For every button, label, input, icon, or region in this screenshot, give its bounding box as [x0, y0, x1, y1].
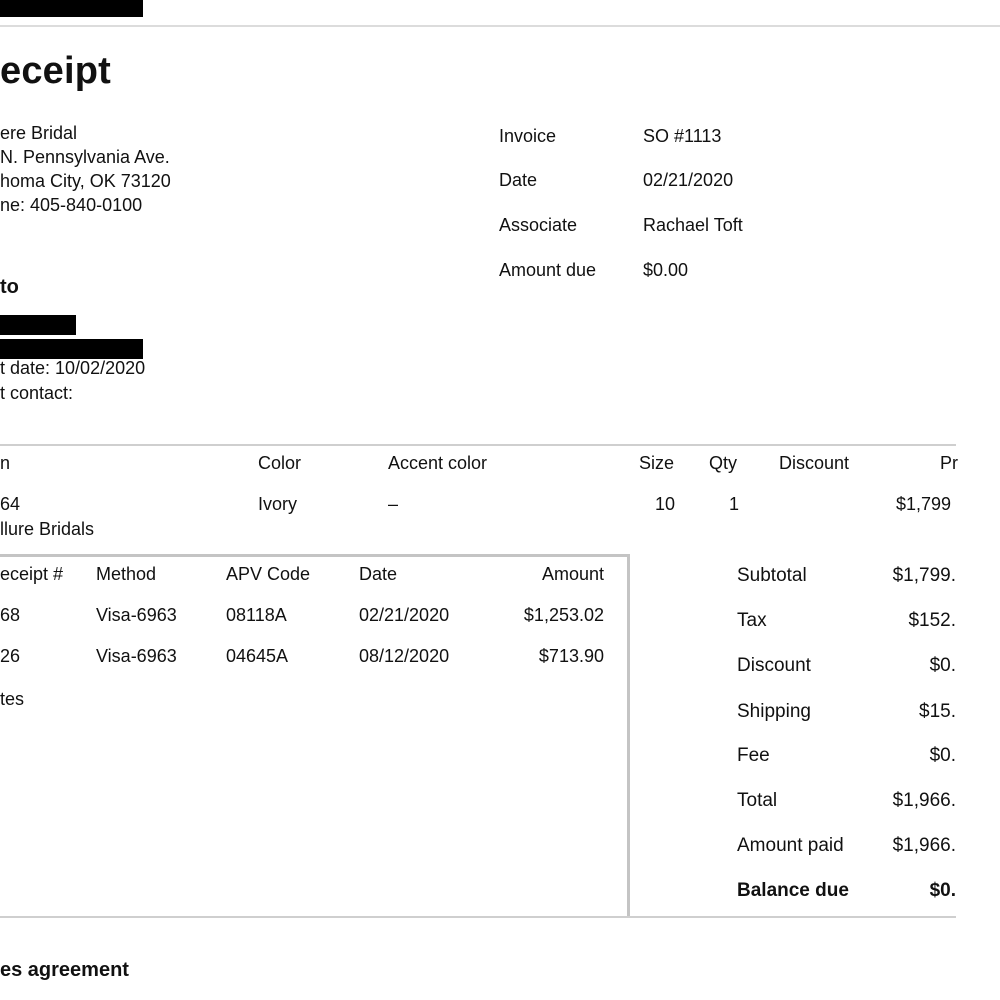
agreement-heading: es agreement: [0, 959, 129, 981]
payment-row-2-method: Visa-6963: [96, 646, 177, 666]
payment-row-2-date: 08/12/2020: [359, 646, 450, 666]
amount-due-value: $0.00: [643, 260, 689, 280]
tax-value: $152.: [908, 610, 956, 631]
payment-date-column-header: Date: [359, 564, 398, 584]
subtotal-value: $1,799.: [892, 565, 956, 586]
payment-row-1-apv: 08118A: [226, 605, 287, 625]
notes-label: tes: [0, 689, 25, 709]
amount-due-label: Amount due: [499, 260, 597, 280]
payment-row-2-amount: $713.90: [538, 646, 604, 666]
amount-paid-value: $1,966.: [892, 835, 956, 856]
store-city: homa City, OK 73120: [0, 171, 171, 191]
tax-label: Tax: [737, 610, 767, 631]
qty-column-header: Qty: [709, 453, 738, 473]
payments-box-right-border: [627, 554, 630, 918]
date-label: Date: [499, 170, 538, 190]
date-value: 02/21/2020: [643, 170, 734, 190]
price-column-header: Pr: [940, 453, 958, 473]
shipping-value: $15.: [919, 701, 956, 722]
redacted-customer-name: [0, 315, 76, 335]
payment-row-2-receipt: 26: [0, 646, 21, 666]
item-accent-color: –: [388, 494, 399, 514]
accent-color-column-header: Accent color: [388, 453, 488, 473]
discount-total-label: Discount: [737, 655, 811, 676]
receipt-column-header: eceipt #: [0, 564, 64, 584]
amount-column-header: Amount: [541, 564, 604, 584]
associate-value: Rachael Toft: [643, 215, 743, 235]
payment-row-1-receipt: 68: [0, 605, 21, 625]
size-column-header: Size: [639, 453, 675, 473]
payment-row-2-apv: 04645A: [226, 646, 289, 666]
top-divider: [0, 25, 1000, 27]
item-color: Ivory: [258, 494, 298, 514]
total-label: Total: [737, 790, 778, 811]
apv-code-column-header: APV Code: [226, 564, 311, 584]
associate-label: Associate: [499, 215, 578, 235]
item-designer: llure Bridals: [0, 519, 95, 539]
payments-box-top-border: [0, 554, 630, 557]
redacted-header-block: [0, 0, 143, 17]
item-price: $1,799: [896, 494, 952, 514]
store-phone: ne: 405-840-0100: [0, 195, 143, 215]
redacted-customer-detail: [0, 339, 143, 359]
fee-value: $0.: [929, 745, 956, 766]
balance-due-value: $0.: [929, 880, 956, 901]
payment-row-1-date: 02/21/2020: [359, 605, 450, 625]
items-table-top-border: [0, 444, 956, 446]
invoice-value: SO #1113: [643, 126, 722, 146]
item-size: 10: [655, 494, 676, 514]
payment-row-1-method: Visa-6963: [96, 605, 177, 625]
fee-label: Fee: [737, 745, 770, 766]
payment-row-1-amount: $1,253.02: [523, 605, 604, 625]
invoice-label: Invoice: [499, 126, 557, 146]
item-style-number: 64: [0, 494, 21, 514]
method-column-header: Method: [96, 564, 157, 584]
payments-box-bottom-border: [0, 916, 956, 918]
store-address: N. Pennsylvania Ave.: [0, 147, 170, 167]
balance-due-label: Balance due: [737, 880, 849, 901]
shipping-label: Shipping: [737, 701, 811, 722]
discount-column-header: Discount: [779, 453, 850, 473]
store-name: ere Bridal: [0, 123, 78, 143]
amount-paid-label: Amount paid: [737, 835, 844, 856]
item-column-header: n: [0, 453, 11, 473]
page-title: eceipt: [0, 50, 112, 92]
discount-total-value: $0.: [929, 655, 956, 676]
color-column-header: Color: [258, 453, 302, 473]
bill-to-heading: to: [0, 276, 19, 298]
event-date: t date: 10/02/2020: [0, 358, 146, 378]
subtotal-label: Subtotal: [737, 565, 807, 586]
item-qty: 1: [729, 494, 740, 514]
event-contact: t contact:: [0, 383, 74, 403]
total-value: $1,966.: [892, 790, 956, 811]
